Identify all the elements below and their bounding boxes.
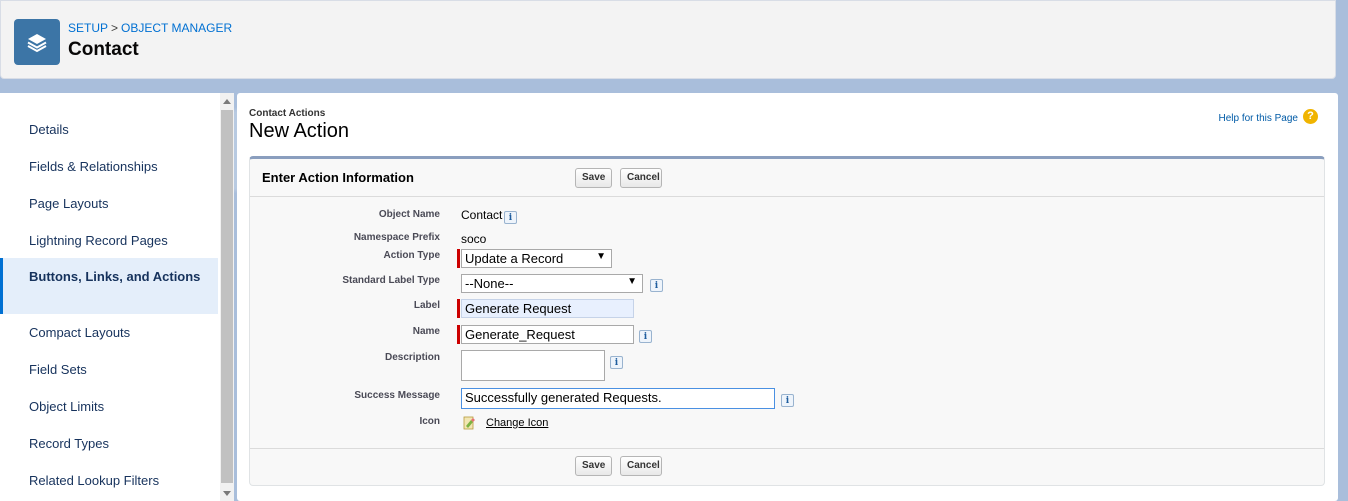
- name-info-icon[interactable]: i: [639, 330, 652, 343]
- object-name-label: Object Name: [378, 209, 440, 220]
- panel-header: Enter Action Information Save Cancel: [250, 159, 1324, 197]
- action-type-select[interactable]: Update a Record ▼: [461, 249, 612, 268]
- page-title: Contact: [68, 39, 139, 60]
- standard-label-type-select[interactable]: --None-- ▼: [461, 274, 643, 293]
- object-sidebar: Details Fields & Relationships Page Layo…: [0, 93, 220, 501]
- sidebar-item-object-limits[interactable]: Object Limits: [0, 397, 218, 416]
- description-info-icon[interactable]: i: [610, 356, 623, 369]
- panel-footer: Save Cancel: [250, 448, 1324, 485]
- change-icon-link[interactable]: Change Icon: [486, 417, 548, 429]
- standard-label-type-label: Standard Label Type: [342, 275, 440, 286]
- sidebar-item-page-layouts[interactable]: Page Layouts: [0, 194, 218, 213]
- namespace-prefix-value: soco: [461, 232, 487, 246]
- namespace-prefix-label: Namespace Prefix: [353, 232, 440, 243]
- main-title: New Action: [249, 120, 350, 142]
- action-info-panel: Enter Action Information Save Cancel Obj…: [249, 156, 1325, 486]
- required-indicator: [457, 325, 460, 344]
- sidebar-item-fields-relationships[interactable]: Fields & Relationships: [0, 157, 218, 176]
- required-indicator: [457, 299, 460, 318]
- description-label: Description: [384, 352, 440, 363]
- scroll-thumb[interactable]: [221, 110, 233, 483]
- save-button[interactable]: Save: [575, 168, 612, 188]
- sidebar-item-related-lookup-filters[interactable]: Related Lookup Filters: [0, 471, 218, 490]
- action-icon-preview-icon: [463, 416, 475, 430]
- cancel-button-bottom[interactable]: Cancel: [620, 456, 662, 476]
- required-indicator: [457, 249, 460, 268]
- scroll-up-arrow-icon[interactable]: [223, 99, 231, 104]
- main-content: Contact Actions New Action Help for this…: [237, 93, 1338, 501]
- standard-label-type-selected: --None--: [465, 276, 514, 291]
- description-textarea[interactable]: [461, 350, 605, 381]
- action-type-label: Action Type: [383, 250, 440, 261]
- success-message-info-icon[interactable]: i: [781, 394, 794, 407]
- icon-label: Icon: [419, 416, 440, 427]
- breadcrumb-object-manager[interactable]: OBJECT MANAGER: [121, 21, 232, 35]
- setup-header: SETUP > OBJECT MANAGER Contact: [0, 0, 1336, 79]
- help-icon[interactable]: ?: [1303, 109, 1318, 124]
- label-field-label: Label: [413, 300, 440, 311]
- save-button-bottom[interactable]: Save: [575, 456, 612, 476]
- panel-title: Enter Action Information: [262, 170, 414, 185]
- name-field-label: Name: [412, 326, 440, 337]
- sidebar-item-lightning-record-pages[interactable]: Lightning Record Pages: [0, 231, 218, 250]
- sidebar-item-details[interactable]: Details: [0, 120, 218, 139]
- help-link[interactable]: Help for this Page: [1219, 113, 1299, 124]
- sidebar-item-record-types[interactable]: Record Types: [0, 434, 218, 453]
- name-input[interactable]: Generate_Request: [461, 325, 634, 344]
- sidebar-item-field-sets[interactable]: Field Sets: [0, 360, 218, 379]
- section-label: Contact Actions: [249, 108, 326, 119]
- dropdown-arrow-icon: ▼: [596, 251, 606, 262]
- scroll-down-arrow-icon[interactable]: [223, 491, 231, 496]
- breadcrumb-separator: >: [111, 21, 119, 35]
- label-input[interactable]: Generate Request: [461, 299, 634, 318]
- stack-layers-icon: [14, 19, 60, 65]
- object-name-value: Contact: [461, 208, 503, 222]
- standard-label-type-info-icon[interactable]: i: [650, 279, 663, 292]
- sidebar-item-compact-layouts[interactable]: Compact Layouts: [0, 323, 218, 342]
- dropdown-arrow-icon: ▼: [627, 276, 637, 287]
- success-message-label: Success Message: [354, 390, 440, 401]
- action-type-selected: Update a Record: [465, 251, 564, 266]
- cancel-button[interactable]: Cancel: [620, 168, 662, 188]
- breadcrumb: SETUP > OBJECT MANAGER: [68, 21, 232, 35]
- breadcrumb-setup[interactable]: SETUP: [68, 21, 108, 35]
- success-message-input[interactable]: Successfully generated Requests.: [461, 388, 775, 409]
- sidebar-item-buttons-links-actions[interactable]: Buttons, Links, and Actions: [0, 258, 218, 314]
- sidebar-scrollbar[interactable]: [220, 93, 234, 501]
- object-name-info-icon[interactable]: i: [504, 211, 517, 224]
